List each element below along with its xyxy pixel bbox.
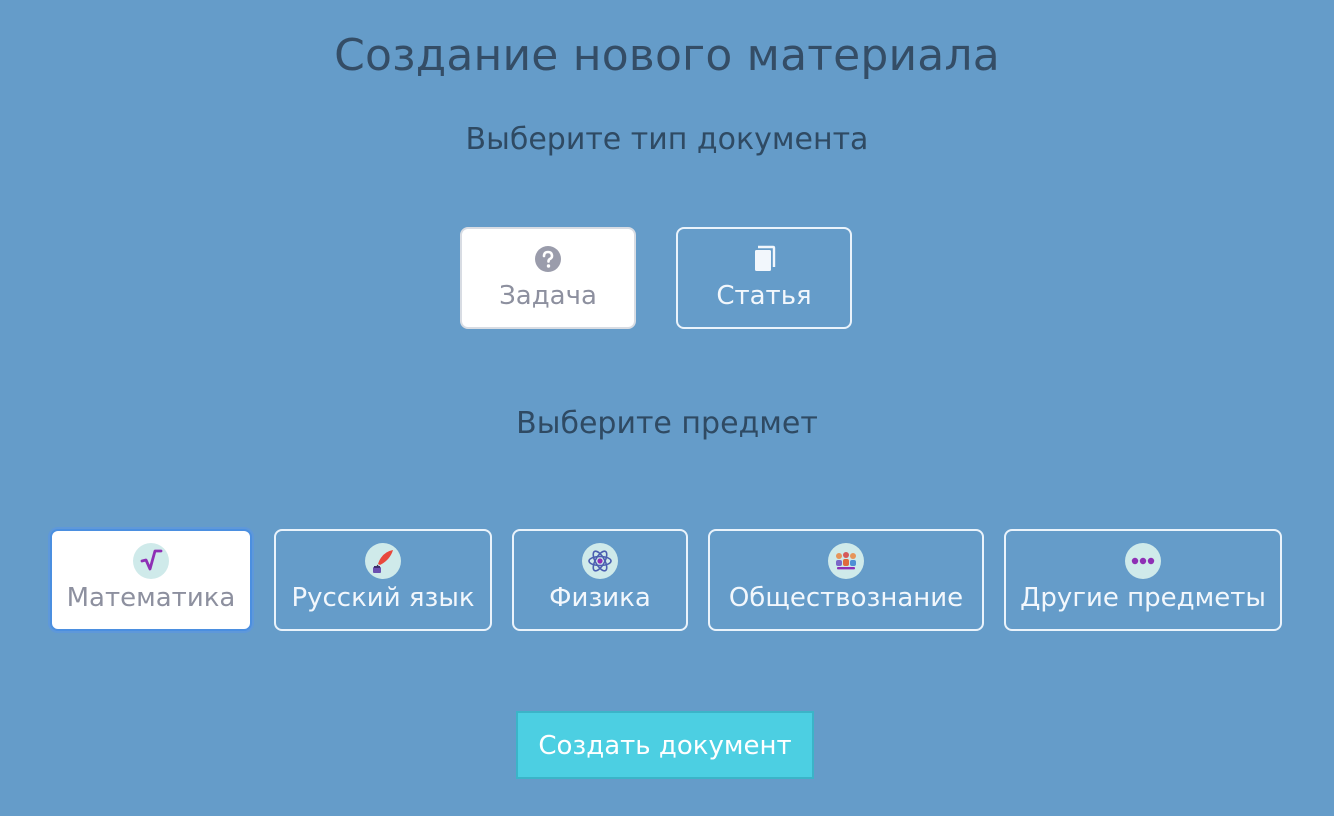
doc-type-task-button[interactable]: Задача bbox=[460, 227, 636, 329]
subject-physics-label: Физика bbox=[549, 583, 651, 613]
quill-ink-icon bbox=[365, 543, 401, 579]
subject-math-label: Математика bbox=[66, 583, 236, 613]
subject-social-label: Обществознание bbox=[728, 583, 964, 613]
atom-icon bbox=[582, 543, 618, 579]
subject-other-label: Другие предметы bbox=[1020, 583, 1266, 613]
doc-type-article-label: Статья bbox=[716, 281, 812, 311]
subject-physics-button[interactable]: Физика bbox=[512, 529, 688, 631]
document-type-heading: Выберите тип документа bbox=[465, 122, 869, 157]
subject-heading: Выберите предмет bbox=[516, 406, 818, 441]
people-icon bbox=[828, 543, 864, 579]
sqrt-icon bbox=[133, 543, 169, 579]
subject-russian-label: Русский язык bbox=[291, 583, 475, 613]
doc-type-task-label: Задача bbox=[499, 281, 597, 311]
doc-type-article-button[interactable]: Статья bbox=[676, 227, 852, 329]
ellipsis-icon bbox=[1125, 543, 1161, 579]
question-circle-icon bbox=[535, 246, 561, 272]
subject-russian-button[interactable]: Русский язык bbox=[274, 529, 492, 631]
subject-other-button[interactable]: Другие предметы bbox=[1004, 529, 1282, 631]
page-title: Создание нового материала bbox=[334, 30, 1000, 81]
create-document-button[interactable]: Создать документ bbox=[516, 711, 814, 779]
subject-social-button[interactable]: Обществознание bbox=[708, 529, 984, 631]
subject-math-button[interactable]: Математика bbox=[50, 529, 252, 631]
book-icon bbox=[755, 245, 776, 271]
